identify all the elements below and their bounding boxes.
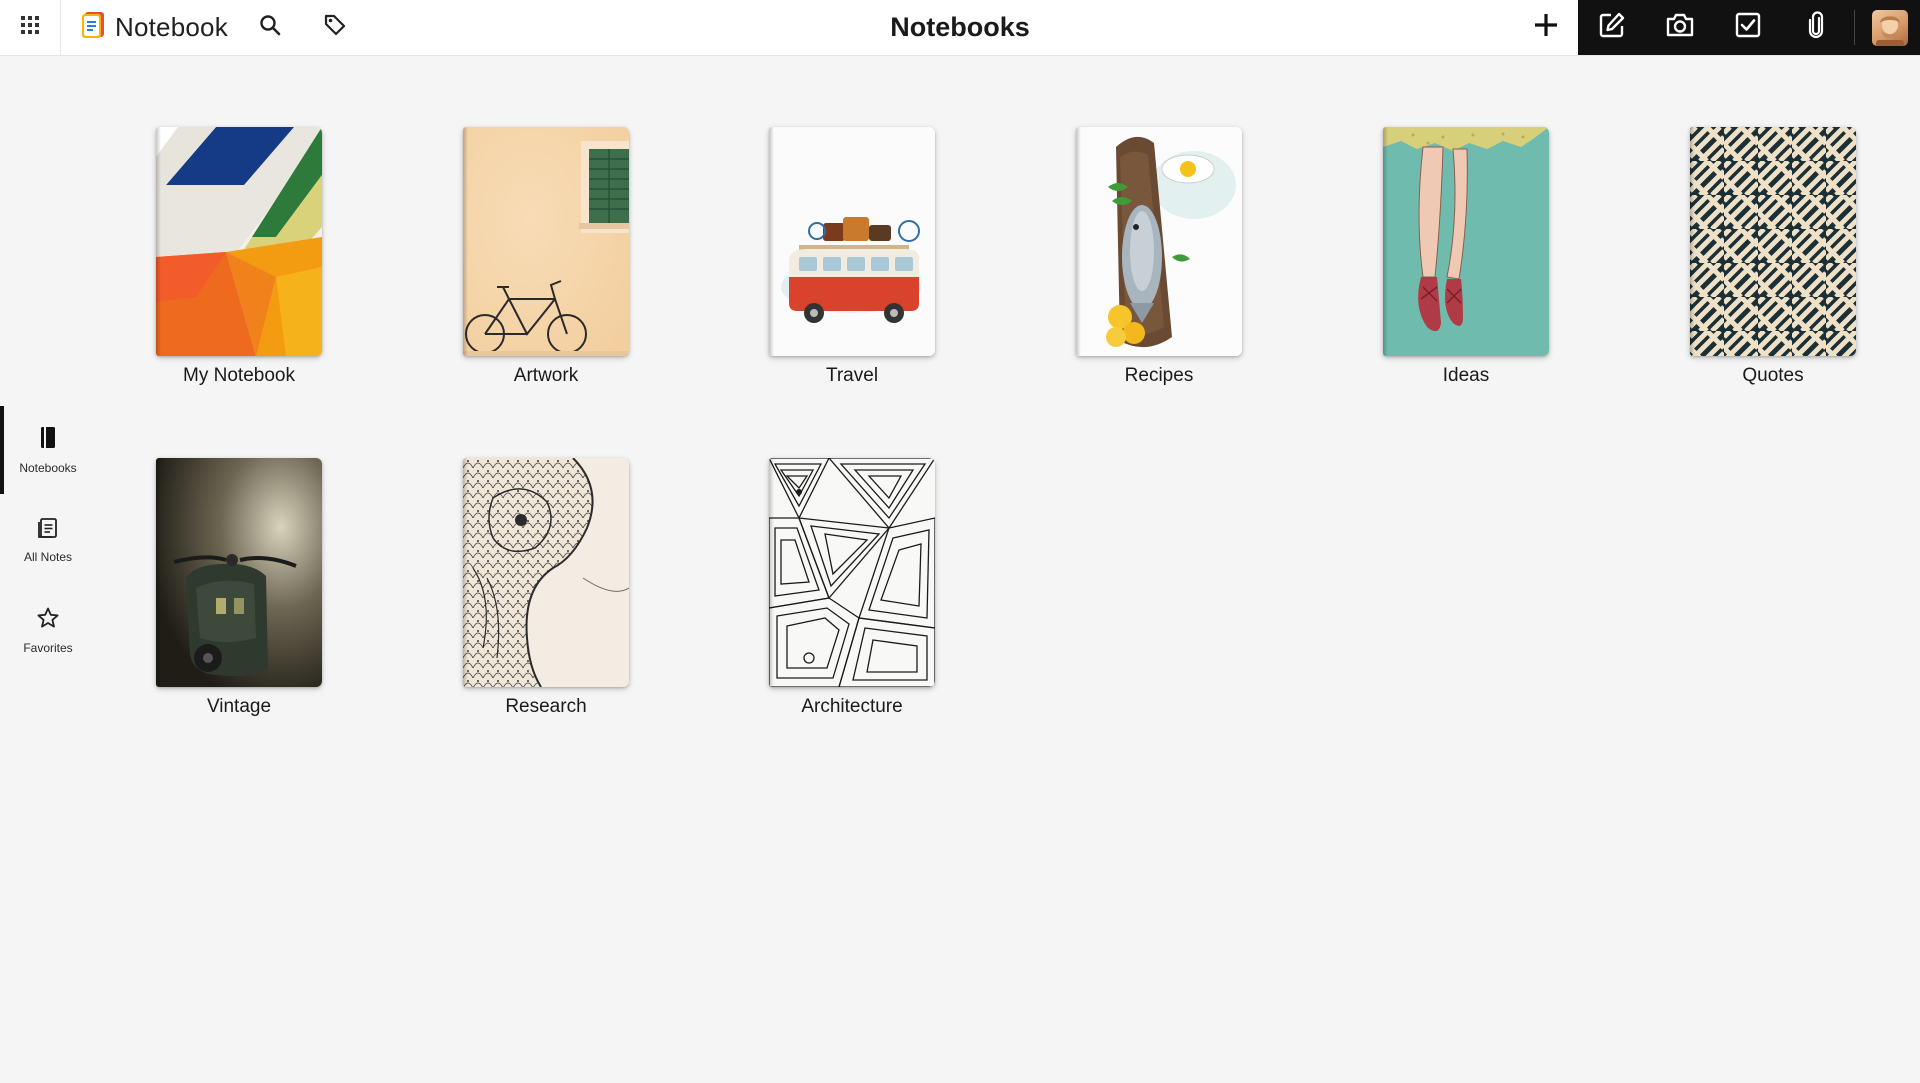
notebook-card[interactable]: Travel <box>732 127 972 397</box>
photo-note-button[interactable] <box>1652 0 1708 55</box>
notebook-card[interactable]: Quotes <box>1653 127 1893 397</box>
sidebar-item-all-notes[interactable]: All Notes <box>0 496 96 584</box>
search-button[interactable] <box>250 0 290 55</box>
notebook-app: Notebook Notebooks Notebooks All Notes F… <box>0 0 1920 1083</box>
apps-menu-button[interactable] <box>0 0 61 55</box>
all-notes-icon <box>37 517 59 544</box>
notebook-title: Research <box>505 696 587 717</box>
tags-button[interactable] <box>315 0 355 55</box>
notebook-cover <box>769 127 935 356</box>
app-name: Notebook <box>115 12 228 42</box>
notebook-cover <box>1076 127 1242 356</box>
notebook-title: Travel <box>825 365 879 386</box>
apps-grid-icon <box>20 15 40 40</box>
notebook-cover <box>1690 127 1856 356</box>
checklist-note-button[interactable] <box>1720 0 1776 55</box>
sidebar-item-label: Favorites <box>23 640 73 655</box>
camera-icon <box>1665 12 1695 43</box>
add-notebook-button[interactable] <box>1520 0 1572 55</box>
notebook-title: Artwork <box>513 365 579 386</box>
edit-note-icon <box>1598 11 1626 44</box>
user-avatar[interactable] <box>1872 10 1908 46</box>
search-icon <box>259 14 281 41</box>
notebook-cover <box>156 127 322 356</box>
notebook-cover <box>463 127 629 356</box>
sidebar-item-label: All Notes <box>23 549 73 564</box>
tag-icon <box>323 13 347 42</box>
notebook-title: Recipes <box>1124 365 1194 386</box>
notebook-icon <box>39 426 57 455</box>
quick-create-toolbar <box>1578 0 1920 55</box>
notebook-card[interactable]: Research <box>426 458 666 728</box>
sidebar-item-notebooks[interactable]: Notebooks <box>0 406 96 494</box>
checklist-icon <box>1735 12 1761 43</box>
notebook-card[interactable]: Vintage <box>119 458 359 728</box>
notebook-title: Quotes <box>1742 365 1804 386</box>
notebook-title: My Notebook <box>183 365 295 386</box>
sidebar: Notebooks All Notes Favorites <box>0 56 96 1083</box>
notebook-title: Ideas <box>1442 365 1490 386</box>
toolbar-divider <box>1854 10 1855 45</box>
notebook-cover <box>156 458 322 687</box>
plus-icon <box>1533 12 1559 43</box>
notebook-cover <box>463 458 629 687</box>
notebook-card[interactable]: My Notebook <box>119 127 359 397</box>
sidebar-item-favorites[interactable]: Favorites <box>0 586 96 674</box>
notebook-cover <box>1383 127 1549 356</box>
star-icon <box>36 606 60 635</box>
app-brand[interactable]: Notebook <box>80 0 228 55</box>
notebook-card[interactable]: Recipes <box>1039 127 1279 397</box>
notebook-card[interactable]: Architecture <box>732 458 972 728</box>
notebook-title: Architecture <box>801 696 903 717</box>
attachment-note-button[interactable] <box>1788 0 1844 55</box>
notebook-title: Vintage <box>206 696 272 717</box>
notebook-cover <box>769 458 935 687</box>
notebook-card[interactable]: Artwork <box>426 127 666 397</box>
notebook-logo-icon <box>80 11 106 44</box>
top-bar: Notebook Notebooks <box>0 0 1920 56</box>
paperclip-icon <box>1808 11 1824 44</box>
new-note-button[interactable] <box>1584 0 1640 55</box>
sidebar-item-label: Notebooks <box>19 460 77 475</box>
notebook-card[interactable]: Ideas <box>1346 127 1586 397</box>
